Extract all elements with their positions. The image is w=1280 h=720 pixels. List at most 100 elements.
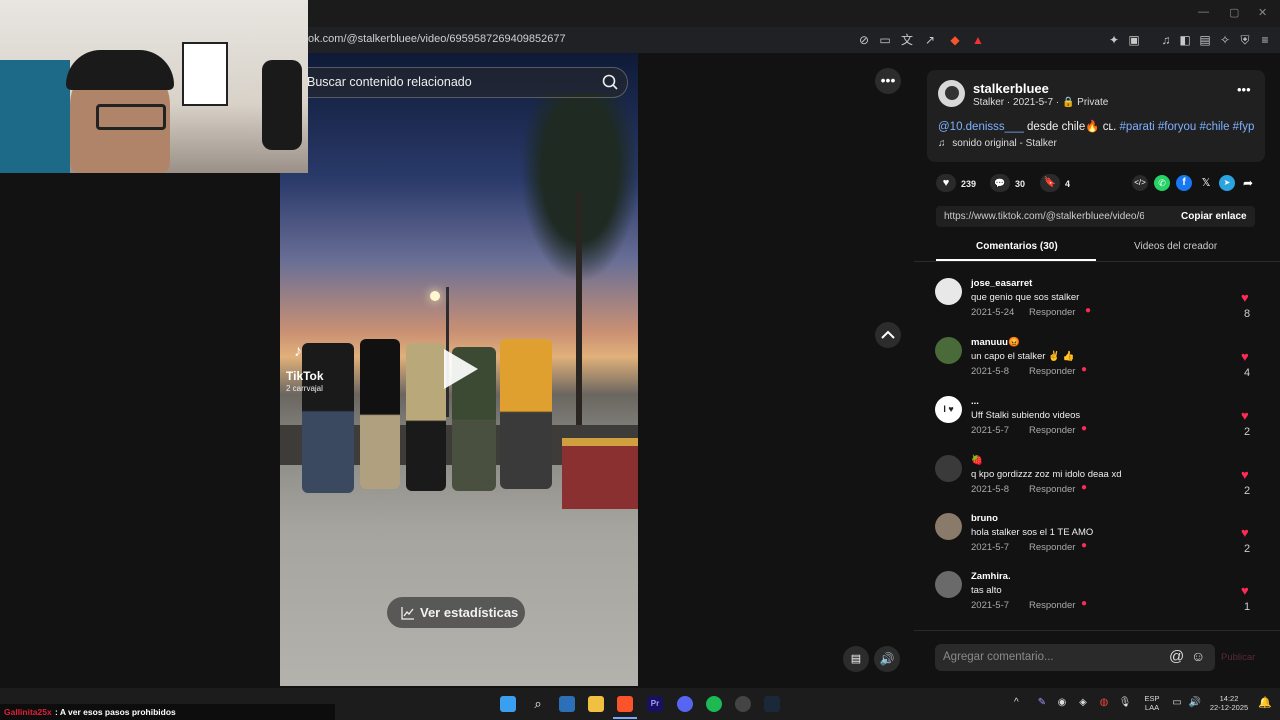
vpn-icon[interactable]: ⛨: [1237, 32, 1253, 48]
comment-username[interactable]: bruno: [971, 513, 998, 524]
comment-username[interactable]: jose_easarret: [971, 278, 1032, 289]
comment-composer[interactable]: Agregar comentario... @ ☺: [935, 644, 1215, 671]
reply-button[interactable]: Responder: [1029, 307, 1075, 318]
tray-overflow-icon[interactable]: ^: [1014, 697, 1019, 708]
reply-button[interactable]: Responder: [1029, 600, 1075, 611]
commenter-avatar[interactable]: [935, 571, 962, 598]
minimize-icon[interactable]: —: [1198, 6, 1209, 18]
like-button[interactable]: ♥: [936, 174, 956, 192]
brave-shields-icon[interactable]: ◆: [947, 32, 963, 48]
comment-like-icon[interactable]: ♥: [1241, 525, 1249, 540]
search-input[interactable]: Buscar contenido relacionado: [307, 75, 472, 89]
comment-like-icon[interactable]: ♥: [1241, 408, 1249, 423]
url-text[interactable]: ok.com/@stalkerbluee/video/6959587269409…: [308, 33, 566, 45]
play-icon[interactable]: [444, 349, 478, 389]
file-explorer-icon[interactable]: [588, 696, 604, 712]
comment-like-icon[interactable]: ♥: [1241, 467, 1249, 482]
spotify-icon[interactable]: [706, 696, 722, 712]
sidebar-icon[interactable]: ◧: [1177, 32, 1193, 48]
mention-icon[interactable]: @: [1169, 648, 1184, 665]
miniplayer-button[interactable]: ▤: [843, 646, 869, 672]
premiere-pro-icon[interactable]: Pr: [647, 696, 663, 712]
comment-username[interactable]: Zamhira.: [971, 571, 1011, 582]
volume-button[interactable]: 🔊: [874, 646, 900, 672]
whatsapp-icon[interactable]: ✆: [1154, 175, 1170, 191]
tray-discord-icon[interactable]: ◉: [1055, 697, 1069, 708]
steam-icon[interactable]: [764, 696, 780, 712]
tray-mic-icon[interactable]: 🎙: [1118, 697, 1132, 708]
maximize-icon[interactable]: ▢: [1229, 6, 1239, 19]
reply-button[interactable]: Responder: [1029, 542, 1075, 553]
comment-username[interactable]: 🍓: [971, 455, 983, 466]
comment-button[interactable]: 💬: [990, 174, 1010, 192]
reply-button[interactable]: Responder: [1029, 425, 1075, 436]
comment-date: 2021-5-8: [971, 484, 1010, 495]
comment-item: manuuu😡 un capo el stalker ✌ 👍 2021-5-8 …: [935, 337, 1255, 393]
save-button[interactable]: 🔖: [1040, 174, 1060, 192]
cast-icon[interactable]: ▭: [877, 32, 893, 48]
creator-username[interactable]: stalkerbluee: [973, 81, 1049, 96]
creator-liked-icon: ●: [1081, 364, 1088, 375]
app-icon[interactable]: [735, 696, 751, 712]
language-indicator[interactable]: ESP LAA: [1140, 694, 1164, 712]
media-icon[interactable]: ♫: [1158, 32, 1174, 48]
related-search-box[interactable]: Buscar contenido relacionado: [290, 67, 628, 98]
speaker-icon[interactable]: 🔊: [1188, 697, 1202, 708]
facebook-icon[interactable]: f: [1176, 175, 1192, 191]
mention-link[interactable]: @10.denisss___: [938, 121, 1024, 133]
menu-icon[interactable]: ≡: [1257, 32, 1273, 48]
copy-link-button[interactable]: Copiar enlace: [1181, 211, 1247, 222]
screenshot-icon[interactable]: ▣: [1126, 32, 1142, 48]
brave-rewards-icon[interactable]: ▲: [970, 32, 986, 48]
comment-like-icon[interactable]: ♥: [1241, 349, 1249, 364]
publish-button[interactable]: Publicar: [1221, 652, 1255, 663]
comment-like-icon[interactable]: ♥: [1241, 290, 1249, 305]
share-icon[interactable]: ↗: [922, 32, 938, 48]
share-arrow-icon[interactable]: ➦: [1240, 175, 1256, 191]
translate-icon[interactable]: 文: [899, 32, 915, 48]
tab-comments[interactable]: Comentarios (30): [976, 241, 1058, 252]
extensions-icon[interactable]: ✦: [1106, 32, 1122, 48]
commenter-avatar[interactable]: [935, 337, 962, 364]
tab-creator-videos[interactable]: Videos del creador: [1134, 241, 1217, 252]
emoji-icon[interactable]: ☺: [1191, 648, 1205, 664]
comment-username[interactable]: manuuu😡: [971, 337, 1020, 348]
notifications-icon[interactable]: 🔔: [1258, 696, 1272, 709]
start-icon[interactable]: [500, 696, 516, 712]
commenter-avatar[interactable]: [935, 278, 962, 305]
comment-username[interactable]: ...: [971, 396, 979, 407]
wallet-icon[interactable]: ▤: [1197, 32, 1213, 48]
telegram-icon[interactable]: ➤: [1219, 175, 1235, 191]
video-link[interactable]: https://www.tiktok.com/@stalkerbluee/vid…: [944, 211, 1144, 222]
tray-app-icon[interactable]: ✎: [1035, 697, 1049, 708]
close-icon[interactable]: ✕: [1258, 6, 1267, 19]
x-twitter-icon[interactable]: 𝕏: [1198, 175, 1214, 191]
discord-icon[interactable]: [677, 696, 693, 712]
comment-like-icon[interactable]: ♥: [1241, 583, 1249, 598]
more-options-button[interactable]: •••: [875, 68, 901, 94]
comment-input[interactable]: Agregar comentario...: [943, 651, 1054, 663]
mute-tab-icon[interactable]: ⊘: [856, 32, 872, 48]
reply-button[interactable]: Responder: [1029, 484, 1075, 495]
clock[interactable]: 14:22 22-12-2025: [1206, 694, 1252, 712]
commenter-avatar[interactable]: I ♥: [935, 396, 962, 423]
view-stats-button[interactable]: Ver estadísticas: [387, 597, 525, 628]
search-taskbar-icon[interactable]: ⌕: [530, 696, 546, 712]
photos-app-icon[interactable]: [559, 696, 575, 712]
reply-button[interactable]: Responder: [1029, 366, 1075, 377]
sound-name[interactable]: sonido original - Stalker: [952, 138, 1057, 149]
hashtags[interactable]: #parati #foryou #chile #fyp: [1120, 121, 1255, 133]
sound-row[interactable]: ♫ sonido original - Stalker: [938, 138, 1057, 149]
post-more-icon[interactable]: •••: [1237, 82, 1251, 97]
creator-avatar[interactable]: [938, 80, 965, 107]
leo-ai-icon[interactable]: ✧: [1217, 32, 1233, 48]
tray-rewards-icon[interactable]: ◍: [1097, 697, 1111, 708]
brave-browser-icon[interactable]: [617, 696, 633, 712]
search-icon[interactable]: [599, 71, 621, 93]
tray-steam-icon[interactable]: ◈: [1076, 697, 1090, 708]
commenter-avatar[interactable]: [935, 513, 962, 540]
commenter-avatar[interactable]: [935, 455, 962, 482]
embed-icon[interactable]: </>: [1132, 175, 1148, 191]
previous-video-button[interactable]: [875, 322, 901, 348]
network-icon[interactable]: ▭: [1170, 697, 1184, 708]
